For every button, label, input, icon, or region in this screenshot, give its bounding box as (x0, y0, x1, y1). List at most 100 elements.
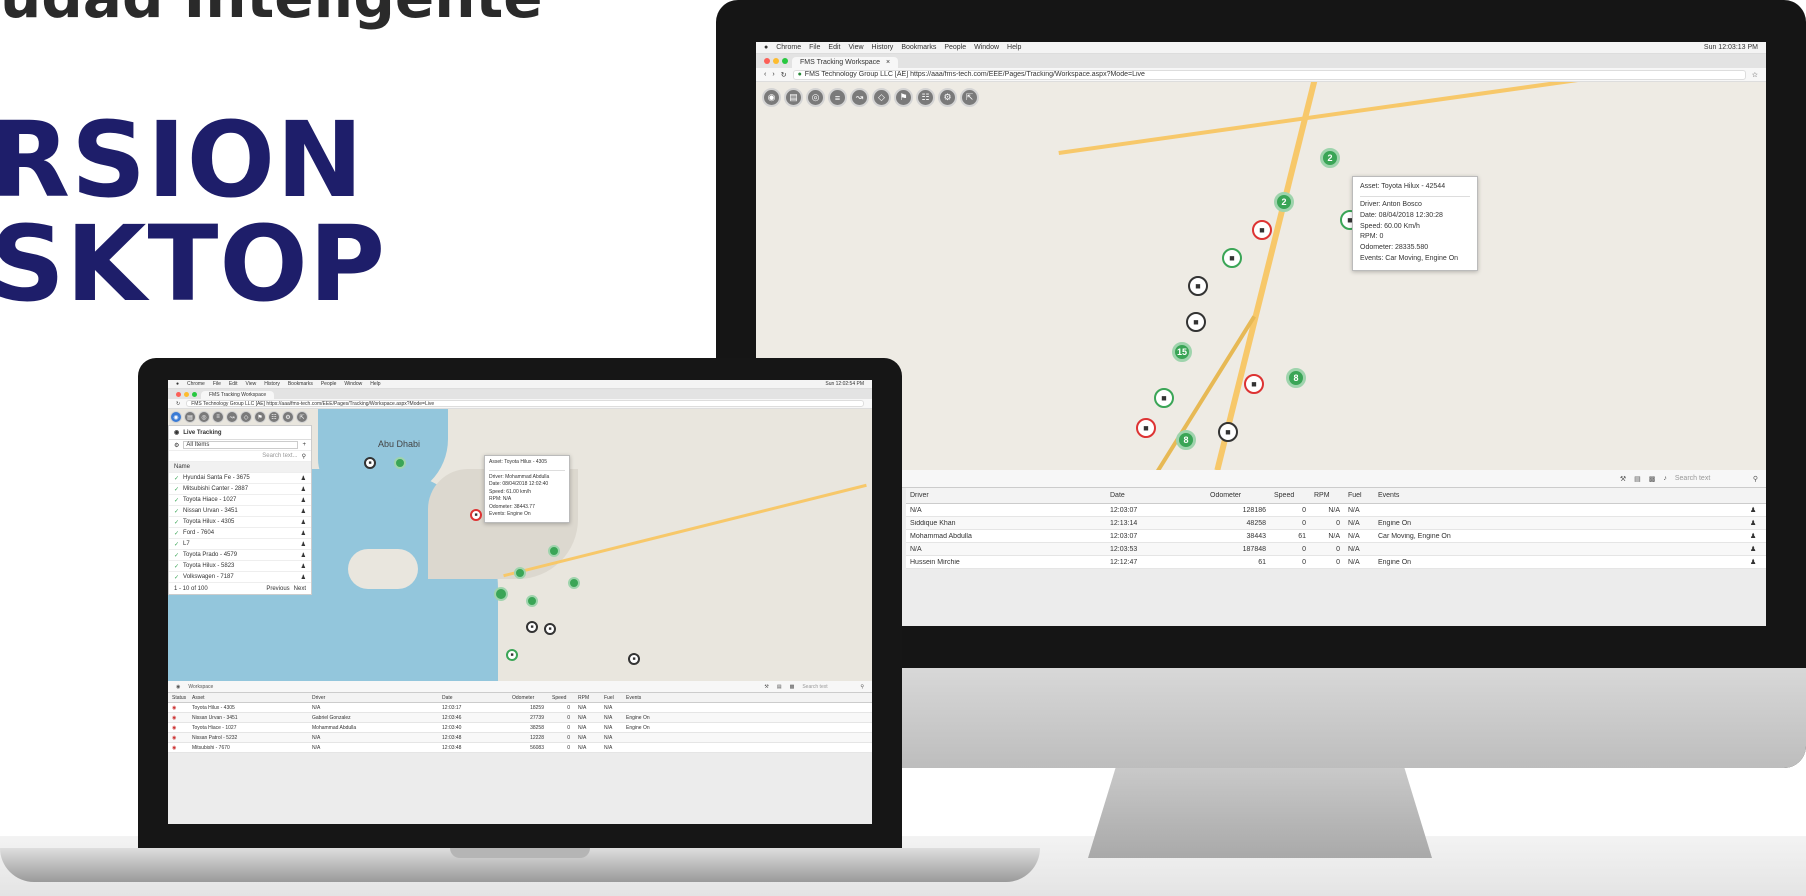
minimize-window-icon[interactable] (184, 391, 189, 397)
map-icon[interactable]: ◉ (170, 411, 182, 423)
driver-profile-icon[interactable]: ♟ (301, 563, 306, 570)
menu-edit[interactable]: Edit (828, 44, 840, 51)
col-date[interactable]: Date (438, 695, 508, 701)
checkbox-icon[interactable]: ✓ (174, 530, 179, 537)
search-icon[interactable]: ⚲ (860, 684, 864, 690)
browser-tab[interactable]: FMS Tracking Workspace (201, 391, 275, 399)
list-header-label[interactable]: Name (174, 464, 190, 470)
panel-search-input[interactable]: Search text... (262, 453, 297, 459)
zoom-window-icon[interactable] (192, 391, 197, 397)
search-icon[interactable]: ⚲ (1753, 475, 1758, 483)
vehicle-alert-marker-icon[interactable]: ■ (1244, 374, 1264, 394)
list-item[interactable]: ✓ Nissan Urvan - 3451 ♟ (169, 506, 311, 517)
driver-profile-icon[interactable]: ♟ (1746, 532, 1766, 540)
driver-profile-icon[interactable]: ♟ (301, 552, 306, 559)
list-item[interactable]: ✓ Toyota Prado - 4579 ♟ (169, 550, 311, 561)
driver-profile-icon[interactable]: ♟ (1746, 519, 1766, 527)
driver-profile-icon[interactable]: ♟ (301, 475, 306, 482)
apple-icon[interactable]: ● (176, 381, 179, 387)
vehicle-alert-marker-icon[interactable]: ■ (470, 509, 482, 521)
reload-icon[interactable]: ↻ (781, 71, 787, 79)
export-icon[interactable]: ▩ (790, 684, 795, 690)
vehicle-idle-marker-icon[interactable]: ■ (1188, 276, 1208, 296)
col-odometer[interactable]: Odometer (508, 695, 548, 701)
globe-icon[interactable]: ◎ (198, 411, 210, 423)
col-speed[interactable]: Speed (1270, 492, 1310, 499)
tools-icon[interactable]: ⚒ (764, 684, 768, 690)
list-icon[interactable]: ≡ (828, 88, 847, 107)
grid-search-input[interactable]: Search text (1675, 475, 1745, 482)
close-window-icon[interactable] (176, 391, 181, 397)
menu-people[interactable]: People (321, 381, 337, 387)
sound-icon[interactable]: ♪ (1663, 475, 1667, 482)
col-date[interactable]: Date (1106, 492, 1206, 499)
search-icon[interactable]: ⚲ (302, 453, 306, 460)
menu-history[interactable]: History (264, 381, 280, 387)
vehicle-alert-marker-icon[interactable]: ■ (1252, 220, 1272, 240)
menu-history[interactable]: History (872, 44, 894, 51)
vehicle-marker-icon[interactable]: ■ (506, 649, 518, 661)
driver-profile-icon[interactable]: ♟ (301, 541, 306, 548)
geofence-icon[interactable]: ◇ (872, 88, 891, 107)
columns-icon[interactable]: ▤ (1634, 475, 1641, 483)
map-icon[interactable]: ◉ (762, 88, 781, 107)
address-bar[interactable]: ● FMS Technology Group LLC [AE] https://… (792, 69, 1746, 80)
menu-bookmarks[interactable]: Bookmarks (288, 381, 313, 387)
fullscreen-icon[interactable]: ⇱ (296, 411, 308, 423)
cluster-marker-icon[interactable] (526, 595, 538, 607)
globe-icon[interactable]: ◎ (806, 88, 825, 107)
driver-profile-icon[interactable]: ♟ (1746, 558, 1766, 566)
checkbox-icon[interactable]: ✓ (174, 552, 179, 559)
driver-profile-icon[interactable]: ♟ (301, 574, 306, 581)
laptop-map-view[interactable]: Abu Dhabi ◉ ▤ ◎ ≡ ↝ ◇ ⚑ ☷ ⚙ ⇱ ◉ Live Tra… (168, 409, 872, 681)
col-fuel[interactable]: Fuel (600, 695, 622, 701)
col-driver[interactable]: Driver (308, 695, 438, 701)
vehicle-idle-marker-icon[interactable]: ■ (628, 653, 640, 665)
driver-profile-icon[interactable]: ♟ (301, 508, 306, 515)
vehicle-marker-icon[interactable]: ■ (1222, 248, 1242, 268)
col-odometer[interactable]: Odometer (1206, 492, 1270, 499)
menu-view[interactable]: View (246, 381, 257, 387)
menu-window[interactable]: Window (344, 381, 362, 387)
vehicle-idle-marker-icon[interactable]: ■ (364, 457, 376, 469)
cluster-marker[interactable]: 8 (1286, 368, 1306, 388)
checkbox-icon[interactable]: ✓ (174, 563, 179, 570)
menu-help[interactable]: Help (370, 381, 380, 387)
list-item[interactable]: ✓ L7 ♟ (169, 539, 311, 550)
driver-profile-icon[interactable]: ♟ (301, 519, 306, 526)
menu-window[interactable]: Window (974, 44, 999, 51)
vehicle-idle-marker-icon[interactable]: ■ (1186, 312, 1206, 332)
cluster-marker-icon[interactable] (394, 457, 406, 469)
menu-edit[interactable]: Edit (229, 381, 238, 387)
menu-chrome[interactable]: Chrome (776, 44, 801, 51)
checkbox-icon[interactable]: ✓ (174, 497, 179, 504)
table-row[interactable]: ◉ Toyota Hiace - 1027 Mohammad Abdulla 12:0… (168, 723, 872, 733)
close-window-icon[interactable] (764, 58, 770, 64)
cluster-marker[interactable]: 15 (1172, 342, 1192, 362)
cluster-marker-icon[interactable] (568, 577, 580, 589)
poi-icon[interactable]: ⚑ (894, 88, 913, 107)
list-item[interactable]: ✓ Volkswagen - 7187 ♟ (169, 572, 311, 583)
list-item[interactable]: ✓ Ford - 7604 ♟ (169, 528, 311, 539)
back-icon[interactable]: ‹ (764, 71, 766, 78)
driver-profile-icon[interactable]: ♟ (301, 530, 306, 537)
minimize-window-icon[interactable] (773, 58, 779, 64)
checkbox-icon[interactable]: ✓ (174, 519, 179, 526)
driver-profile-icon[interactable]: ♟ (1746, 506, 1766, 514)
vehicle-idle-marker-icon[interactable]: ■ (526, 621, 538, 633)
report-icon[interactable]: ☷ (268, 411, 280, 423)
driver-profile-icon[interactable]: ♟ (1746, 545, 1766, 553)
vehicle-idle-marker-icon[interactable]: ■ (544, 623, 556, 635)
table-row[interactable]: ◉ Nissan Urvan - 3451 Gabriel Gonzalez 12:0… (168, 713, 872, 723)
checkbox-icon[interactable]: ✓ (174, 574, 179, 581)
reload-icon[interactable]: ↻ (176, 401, 180, 407)
checkbox-icon[interactable]: ✓ (174, 475, 179, 482)
list-item[interactable]: ✓ Mitsubishi Canter - 2887 ♟ (169, 484, 311, 495)
list-item[interactable]: ✓ Toyota Hilux - 5823 ♟ (169, 561, 311, 572)
list-item[interactable]: ✓ Toyota Hiace - 1027 ♟ (169, 495, 311, 506)
settings-icon[interactable]: ⚙ (282, 411, 294, 423)
menu-bookmarks[interactable]: Bookmarks (901, 44, 936, 51)
driver-profile-icon[interactable]: ♟ (301, 497, 306, 504)
col-speed[interactable]: Speed (548, 695, 574, 701)
route-icon[interactable]: ↝ (850, 88, 869, 107)
